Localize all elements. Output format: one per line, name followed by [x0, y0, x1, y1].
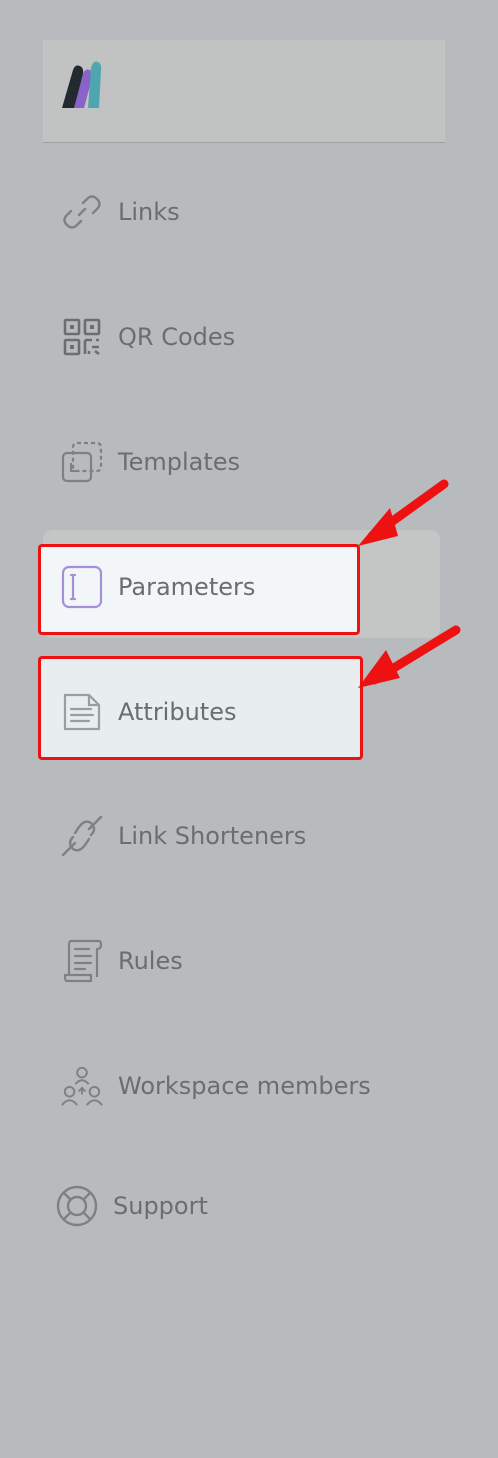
parameters-icon	[60, 565, 104, 609]
link-icon	[60, 190, 104, 234]
members-icon	[60, 1064, 104, 1108]
sidebar-item-label: Rules	[118, 947, 183, 975]
sidebar-item-parameters[interactable]: Parameters	[43, 557, 423, 617]
templates-icon	[60, 440, 104, 484]
annotation-arrow-parameters	[358, 479, 449, 546]
annotation-arrow-attributes	[358, 625, 461, 688]
sidebar-item-label: Attributes	[118, 698, 237, 726]
sidebar-item-support[interactable]: Support	[43, 1176, 423, 1236]
broken-link-icon	[60, 814, 104, 858]
scroll-icon	[60, 939, 104, 983]
app-logo[interactable]	[59, 60, 105, 112]
sidebar-item-rules[interactable]: Rules	[43, 931, 423, 991]
sidebar-header	[43, 40, 445, 143]
sidebar-item-workspace-members[interactable]: Workspace members	[43, 1056, 423, 1116]
sidebar-item-label: Link Shorteners	[118, 822, 307, 850]
sidebar-item-label: QR Codes	[118, 323, 236, 351]
lifebuoy-icon	[55, 1184, 99, 1228]
sidebar-item-qr-codes[interactable]: QR Codes	[43, 307, 423, 367]
sidebar-item-label: Workspace members	[118, 1072, 371, 1100]
document-icon	[60, 690, 104, 734]
sidebar-item-label: Templates	[118, 448, 241, 476]
sidebar-item-label: Support	[113, 1192, 208, 1220]
sidebar-item-label: Links	[118, 198, 180, 226]
qr-code-icon	[60, 315, 104, 359]
sidebar-item-label: Parameters	[118, 573, 256, 601]
sidebar-item-links[interactable]: Links	[43, 182, 423, 242]
sidebar-item-link-shorteners[interactable]: Link Shorteners	[43, 806, 423, 866]
